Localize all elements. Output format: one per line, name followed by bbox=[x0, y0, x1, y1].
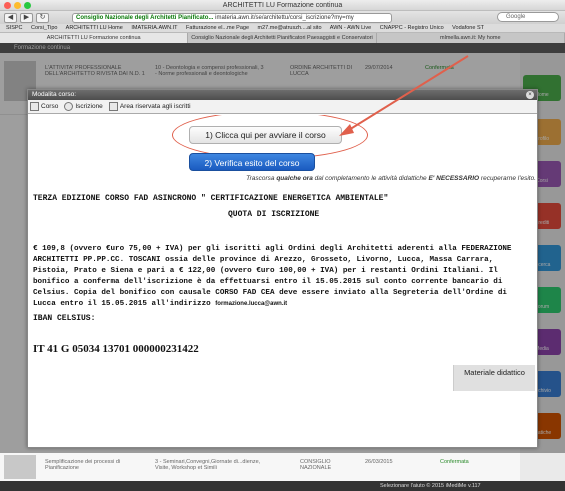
bookmark-item[interactable]: Fatturazione el...me Page bbox=[186, 25, 249, 31]
course-heading: TERZA EDIZIONE CORSO FAD ASINCRONO " CER… bbox=[33, 194, 389, 203]
course-row-bottom[interactable]: Semplificazione dei processi di Pianific… bbox=[0, 453, 520, 481]
material-button[interactable]: Materiale didattico bbox=[453, 365, 535, 391]
reload-button[interactable]: ↻ bbox=[36, 12, 49, 23]
course-title: Semplificazione dei processi di Pianific… bbox=[45, 459, 121, 471]
tab-label: Area riservata agli iscritti bbox=[119, 103, 191, 110]
zoom-window-button[interactable] bbox=[24, 2, 31, 9]
tab-label: Iscrizione bbox=[75, 103, 103, 110]
bookmark-item[interactable]: m27.me@atruszh....al sito bbox=[258, 25, 322, 31]
course-organizer: CONSIGLIO NAZIONALE bbox=[300, 459, 332, 471]
modal-title: Modalita corso: bbox=[32, 91, 77, 98]
bookmark-item[interactable]: AWN - AWN Live bbox=[330, 25, 371, 31]
bookmark-item[interactable]: Corsi_Tipo bbox=[31, 25, 57, 31]
course-category: 3 - Seminari,Convegni,Giornate di...dien… bbox=[155, 459, 261, 471]
site-identity: Consiglio Nazionale degli Architetti Pia… bbox=[76, 14, 214, 21]
tab-label: Corso bbox=[41, 103, 59, 110]
modal-tabs: Corso Iscrizione Area riservata agli isc… bbox=[28, 100, 537, 114]
bookmarks-bar: SISPC Corsi_Tipo ARCHITETTI LU Home IMAT… bbox=[0, 24, 565, 33]
fee-heading: QUOTA DI ISCRIZIONE bbox=[228, 210, 320, 219]
tab-my-home[interactable]: mlmella.awn.it: My home bbox=[377, 33, 565, 43]
bookmark-item[interactable]: ARCHITETTI LU Home bbox=[66, 25, 123, 31]
close-icon[interactable]: × bbox=[526, 91, 534, 99]
fee-paragraph: € 109,8 (ovvero €uro 75,00 + IVA) per gl… bbox=[33, 245, 512, 308]
tab-consiglio[interactable]: Consiglio Nazionale degli Architetti Pia… bbox=[188, 33, 377, 43]
bookmark-item[interactable]: SISPC bbox=[6, 25, 23, 31]
modal-header: Modalita corso: × bbox=[28, 90, 537, 100]
window-controls[interactable] bbox=[4, 2, 31, 9]
status-bar: Selezionare l'aiuto © 2015 iMediMe v.117 bbox=[0, 481, 565, 491]
window-title: ARCHITETTI LU Formazione continua bbox=[222, 2, 343, 9]
course-date: 26/03/2015 bbox=[365, 459, 393, 465]
bookmark-item[interactable]: IMATERIA.AWN.IT bbox=[131, 25, 177, 31]
tab-area-riservata[interactable]: Area riservata agli iscritti bbox=[108, 102, 191, 111]
users-icon bbox=[64, 102, 74, 111]
browser-toolbar: ◀ ▶ ↻ Consiglio Nazionale degli Architet… bbox=[0, 11, 565, 24]
close-window-button[interactable] bbox=[4, 2, 11, 9]
document-icon bbox=[30, 102, 39, 111]
iban-value: IT 41 G 05034 13701 000000231422 bbox=[33, 343, 199, 355]
bookmark-item[interactable]: Vodafone ST bbox=[452, 25, 484, 31]
address-bar[interactable]: Consiglio Nazionale degli Architetti Pia… bbox=[72, 12, 392, 23]
tab-formazione[interactable]: ARCHITETTI LU Formazione continua bbox=[0, 33, 189, 43]
email-link[interactable]: formazione.lucca@awn.it bbox=[215, 301, 287, 307]
tab-corso[interactable]: Corso bbox=[30, 102, 58, 111]
iban-label: IBAN CELSIUS: bbox=[33, 314, 96, 323]
forward-button[interactable]: ▶ bbox=[20, 12, 33, 23]
modal-body: 1) Clicca qui per avviare il corso 2) Ve… bbox=[28, 115, 539, 447]
verify-result-button[interactable]: 2) Verifica esito del corso bbox=[189, 153, 315, 171]
instruction-note: Trascorsa qualche ora dal completamento … bbox=[246, 175, 536, 182]
course-modal: Modalita corso: × Corso Iscrizione Area … bbox=[27, 89, 538, 448]
start-course-button[interactable]: 1) Clicca qui per avviare il corso bbox=[189, 126, 342, 144]
course-status: Confermata bbox=[440, 459, 469, 465]
tab-iscrizione[interactable]: Iscrizione bbox=[64, 102, 103, 111]
browser-tabs: ARCHITETTI LU Formazione continua Consig… bbox=[0, 33, 565, 43]
table-icon bbox=[108, 102, 118, 111]
minimize-window-button[interactable] bbox=[14, 2, 21, 9]
bookmark-item[interactable]: CNAPPC - Registro Unico bbox=[380, 25, 444, 31]
window-titlebar: ARCHITETTI LU Formazione continua bbox=[0, 0, 565, 11]
back-button[interactable]: ◀ bbox=[4, 12, 17, 23]
course-thumbnail bbox=[4, 455, 36, 479]
url-text: imateria.awn.it/se/architettu/corsi_iscr… bbox=[215, 14, 354, 21]
search-input[interactable]: Google bbox=[497, 12, 559, 22]
